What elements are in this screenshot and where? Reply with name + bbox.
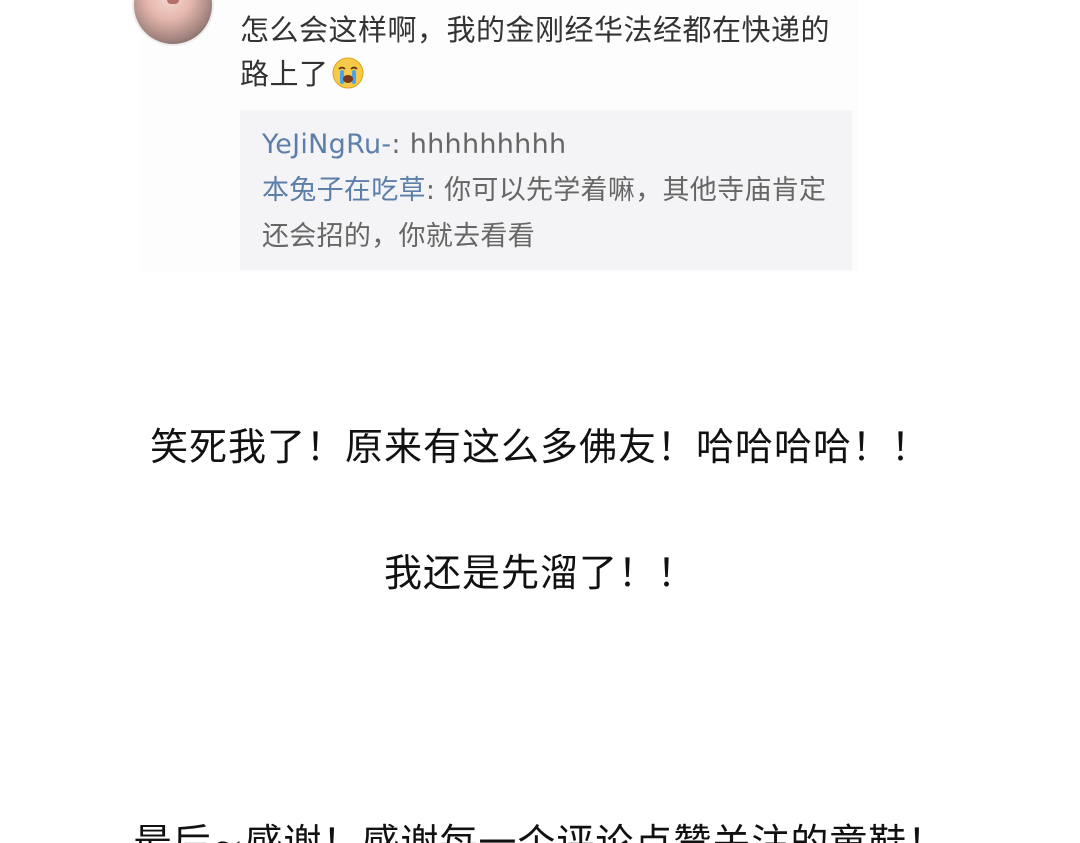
comment-text: 怎么会这样啊，我的金刚经华法经都在快递的路上了 xyxy=(240,13,831,91)
reply-item[interactable]: 本兔子在吃草: 你可以先学着嘛，其他寺庙肯定还会招的，你就去看看 xyxy=(262,168,832,260)
reply-username[interactable]: YeJiNgRu- xyxy=(262,129,391,160)
reply-text: hhhhhhhhh xyxy=(409,129,567,160)
avatar-mouth xyxy=(167,0,179,4)
reply-box: YeJiNgRu-: hhhhhhhhh 本兔子在吃草: 你可以先学着嘛，其他寺… xyxy=(240,110,852,270)
article-text-line-2: 我还是先溜了！！ xyxy=(383,551,696,595)
article-text-line-1: 笑死我了！原来有这么多佛友！哈哈哈哈！！ xyxy=(149,425,930,469)
comment-body: 怎么会这样啊，我的金刚经华法经都在快递的路上了 xyxy=(240,8,840,96)
reply-item[interactable]: YeJiNgRu-: hhhhhhhhh xyxy=(262,122,832,168)
crying-face-emoji-icon xyxy=(332,57,364,89)
reply-username[interactable]: 本兔子在吃草 xyxy=(262,175,426,206)
article-text-line-3: 最后~感谢！感谢每一个评论点赞关注的童鞋！ xyxy=(133,821,947,843)
page: 怎么会这样啊，我的金刚经华法经都在快递的路上了 YeJiNgRu-: hhhhh… xyxy=(0,0,1080,843)
